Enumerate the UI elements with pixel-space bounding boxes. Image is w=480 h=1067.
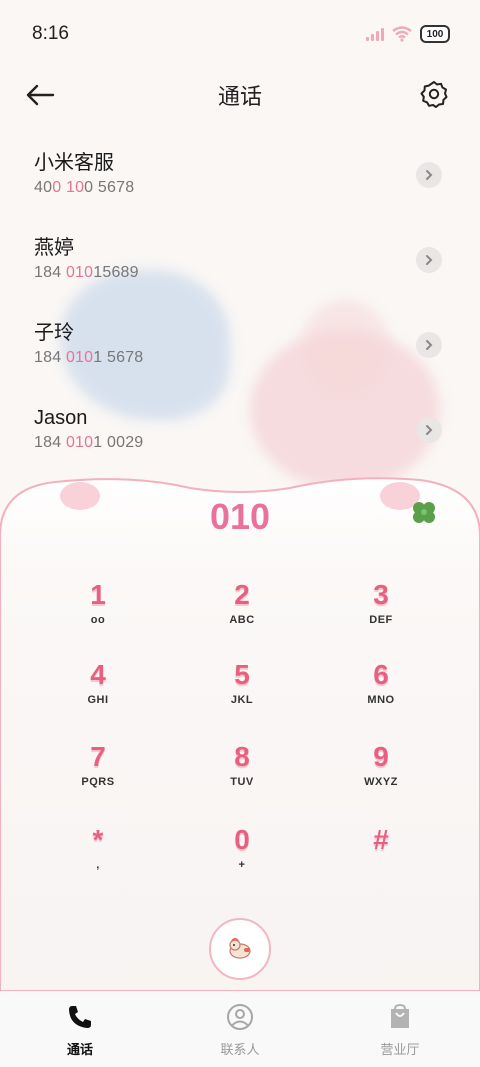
contact-name: 子玲: [34, 322, 74, 344]
tab-service-hall[interactable]: 营业厅: [320, 991, 480, 1067]
tab-label: 通话: [66, 1043, 93, 1058]
contact-row[interactable]: 小米客服 400 100 5678: [0, 132, 480, 217]
contact-row[interactable]: 子玲 184 0101 5678: [0, 302, 480, 387]
key-3[interactable]: 3 DEF: [326, 578, 436, 648]
tab-label: 营业厅: [380, 1043, 420, 1058]
bottom-navigation: 通话 联系人 营业厅: [0, 991, 480, 1067]
contact-suggestion-list: 小米客服 400 100 5678 燕婷 184 01015689 子玲 184…: [0, 132, 480, 472]
key-4[interactable]: 4 GHI: [43, 658, 153, 728]
wifi-icon: [392, 26, 412, 42]
chevron-right-icon[interactable]: [416, 332, 442, 358]
tab-contacts[interactable]: 联系人: [160, 991, 320, 1067]
page-title: 通话: [217, 85, 262, 110]
bag-icon: [391, 1003, 409, 1028]
contact-name: 小米客服: [34, 152, 114, 174]
key-5[interactable]: 5 JKL: [187, 658, 297, 728]
key-8[interactable]: 8 TUV: [187, 740, 297, 810]
key-7[interactable]: 7 PQRS: [43, 740, 153, 810]
key-hash[interactable]: #: [326, 823, 436, 893]
key-star[interactable]: * ,: [43, 823, 153, 893]
contact-name: Jason: [34, 407, 88, 429]
status-icons: 100: [366, 25, 450, 43]
back-arrow-icon[interactable]: [24, 80, 56, 110]
key-2[interactable]: 2 ABC: [187, 578, 297, 648]
call-button[interactable]: [209, 918, 271, 980]
key-0[interactable]: 0 +: [187, 823, 297, 893]
phone-icon: [69, 1006, 91, 1028]
person-icon: [227, 1004, 253, 1030]
contact-number: 184 0101 0029: [34, 434, 144, 451]
signal-icon: [366, 27, 384, 41]
battery-indicator: 100: [420, 25, 450, 43]
key-1[interactable]: 1 ᴏᴏ: [43, 578, 153, 648]
tab-calls[interactable]: 通话: [0, 991, 160, 1067]
chevron-right-icon[interactable]: [416, 247, 442, 273]
status-bar: 8:16 100: [0, 0, 480, 68]
contact-number: 184 01015689: [34, 264, 139, 281]
key-9[interactable]: 9 WXYZ: [326, 740, 436, 810]
dialpad-background: [0, 477, 480, 991]
contact-row[interactable]: Jason 184 0101 0029: [0, 387, 480, 472]
chevron-right-icon[interactable]: [416, 162, 442, 188]
pony-call-icon: [229, 938, 251, 959]
status-time: 8:16: [32, 23, 69, 44]
tab-label: 联系人: [220, 1043, 260, 1058]
chevron-right-icon[interactable]: [416, 417, 442, 443]
clover-icon[interactable]: [410, 498, 438, 526]
gear-icon[interactable]: [420, 80, 448, 108]
contact-name: 燕婷: [34, 237, 74, 259]
contact-number: 400 100 5678: [34, 179, 135, 196]
contact-number: 184 0101 5678: [34, 349, 144, 366]
app-header: 通话: [0, 68, 480, 122]
key-6[interactable]: 6 MNO: [326, 658, 436, 728]
dial-number-display: 010: [209, 496, 271, 537]
dialpad-panel: 010 1 ᴏᴏ 2 ABC 3 DEF 4 GHI 5 JKL 6 MNO 7…: [0, 466, 480, 991]
contact-row[interactable]: 燕婷 184 01015689: [0, 217, 480, 302]
